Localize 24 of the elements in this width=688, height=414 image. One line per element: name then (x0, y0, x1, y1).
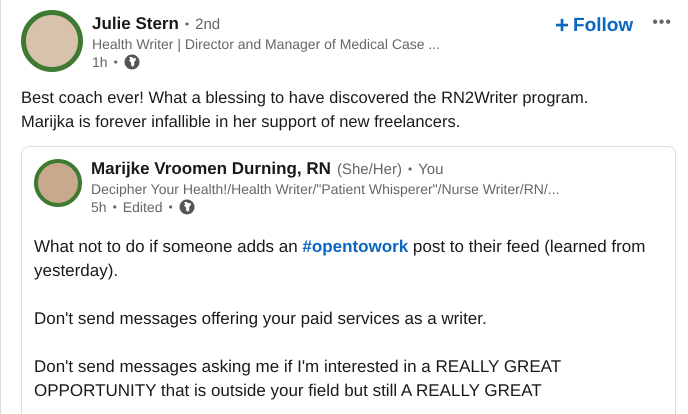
follow-button[interactable]: + Follow (549, 10, 640, 42)
author-headline: Decipher Your Health!/Health Writer/"Patient Whisperer"/Nurse Writer/RN/... (91, 181, 560, 197)
more-menu-button[interactable]: ••• (648, 10, 676, 36)
separator-dot: • (112, 200, 117, 214)
post-paragraph: Don't send messages offering your paid services as a writer. (34, 308, 488, 330)
profile-photo[interactable] (34, 159, 82, 207)
post-paragraph: Don't send messages asking me if I'm interested in a REALLY GREAT OPPORTUNITY that is outside your field but still A REALLY GREAT (34, 356, 562, 402)
author-relation: You (418, 160, 444, 178)
author-pronouns: (She/Her) (336, 160, 402, 178)
post-paragraph: What not to do if someone adds an #opentowork post to their feed (learned from yesterday). (34, 236, 646, 282)
globe-icon (178, 199, 195, 215)
post-time: 1h (92, 54, 108, 70)
connection-degree: 2nd (195, 16, 220, 32)
globe-icon (124, 54, 140, 70)
separator-dot: • (408, 162, 412, 176)
separator-dot: • (184, 17, 190, 31)
separator-dot: • (168, 200, 173, 214)
author-name[interactable]: Julie Stern (92, 14, 179, 34)
author-headline: Health Writer | Director and Manager of Medical Case ... (92, 36, 442, 52)
author-name[interactable]: Marijke Vroomen Durning, RN (91, 159, 331, 179)
separator-dot: • (114, 55, 118, 69)
edited-label: Edited (122, 199, 162, 215)
post-text: Best coach ever! What a blessing to have discovered the RN2Writer program. Marijka is forever infallible in her support of new freelancers. (21, 88, 590, 133)
post-time: 5h (91, 199, 107, 215)
